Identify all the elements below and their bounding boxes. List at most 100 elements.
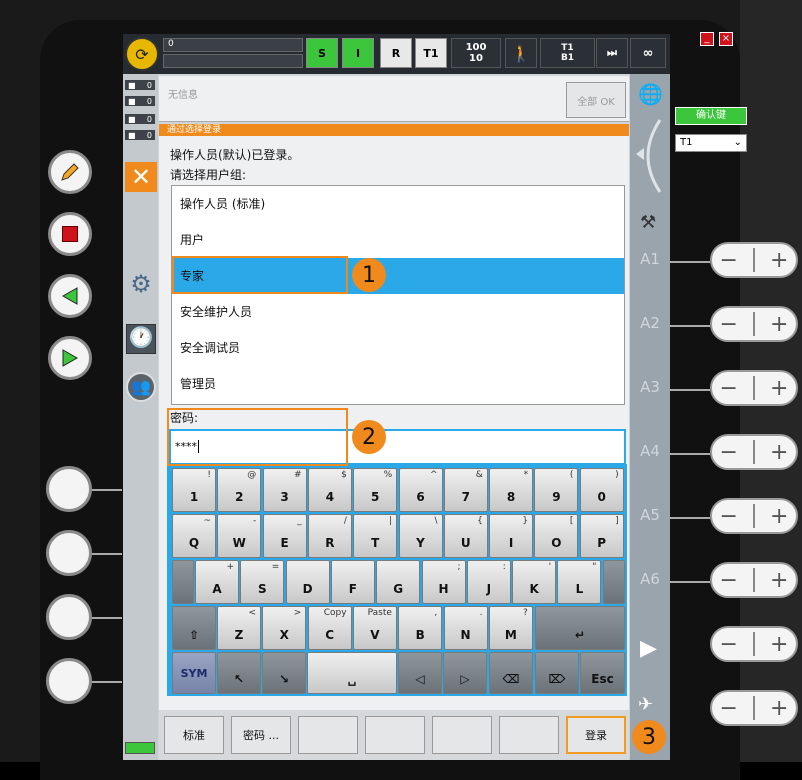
- confirm-key-button[interactable]: 确认键: [675, 107, 747, 125]
- key-l[interactable]: L ": [557, 560, 602, 604]
- softkey-2[interactable]: [46, 530, 92, 576]
- delete-key[interactable]: ⌦: [535, 652, 579, 694]
- key-b[interactable]: B,: [398, 606, 443, 650]
- key-f[interactable]: F: [330, 560, 375, 604]
- password-button[interactable]: 密码 ...: [231, 716, 291, 754]
- start-backward-button[interactable]: [48, 274, 92, 318]
- user-group-item[interactable]: 安全调试员: [172, 330, 624, 366]
- key-s[interactable]: S =: [240, 560, 285, 604]
- user-group-item[interactable]: 操作人员 (标准): [172, 186, 624, 222]
- start-button[interactable]: [48, 336, 92, 380]
- key-q[interactable]: Q ~: [172, 514, 216, 558]
- key-2[interactable]: 2 @: [217, 468, 262, 512]
- key-spacer-right[interactable]: [603, 560, 625, 604]
- mode-select[interactable]: T1 ⌄: [675, 134, 747, 152]
- key-r[interactable]: R /: [307, 514, 352, 558]
- key-i[interactable]: I}: [489, 514, 534, 558]
- key-v[interactable]: V Paste: [352, 606, 397, 650]
- end-key[interactable]: ↘: [262, 652, 306, 694]
- user-group-item[interactable]: 安全维护人员: [172, 294, 624, 330]
- jog-key-7[interactable]: − +: [710, 626, 798, 662]
- key-a[interactable]: A +: [195, 560, 239, 604]
- operating-mode[interactable]: T1: [415, 38, 447, 68]
- key-m[interactable]: M?: [488, 606, 533, 650]
- submit-interpreter-bar[interactable]: 0: [163, 38, 303, 52]
- robot-arm-icon[interactable]: ⚒: [640, 212, 656, 233]
- infinite-jog[interactable]: ∞: [630, 38, 666, 68]
- softkey-1[interactable]: [46, 466, 92, 512]
- close-window-button[interactable]: ×: [719, 32, 733, 46]
- run-mode[interactable]: 🚶: [505, 38, 537, 68]
- key-n[interactable]: N.: [443, 606, 488, 650]
- override-status[interactable]: 100 10: [451, 38, 501, 68]
- stop-button[interactable]: [48, 212, 92, 256]
- empty-softkey[interactable]: [365, 716, 425, 754]
- key-d[interactable]: D: [285, 560, 330, 604]
- key-h[interactable]: H;: [421, 560, 466, 604]
- key-8[interactable]: 8 *: [489, 468, 534, 512]
- pencil-button[interactable]: [48, 150, 92, 194]
- incremental-jog[interactable]: ⏭: [596, 38, 628, 68]
- main-menu-button[interactable]: ⟳: [125, 37, 159, 71]
- key-z[interactable]: Z <: [217, 606, 261, 650]
- key-0[interactable]: 0): [579, 468, 624, 512]
- jog-key-8[interactable]: − +: [710, 690, 798, 726]
- key-4[interactable]: 4 $: [307, 468, 352, 512]
- key-spacer-left[interactable]: [172, 560, 194, 604]
- jog-key-5[interactable]: − +: [710, 498, 798, 534]
- key-1[interactable]: 1!: [172, 468, 216, 512]
- softkey-4[interactable]: [46, 658, 92, 704]
- jog-key-4[interactable]: − +: [710, 434, 798, 470]
- gear-icon[interactable]: ⚙: [126, 270, 156, 300]
- key-o[interactable]: O[: [534, 514, 579, 558]
- robot-interpreter-r[interactable]: R: [380, 38, 412, 68]
- jog-key-1[interactable]: − +: [710, 242, 798, 278]
- backspace-key[interactable]: ⌫: [489, 652, 533, 694]
- key-u[interactable]: U{: [443, 514, 488, 558]
- key-e[interactable]: E _: [262, 514, 307, 558]
- key-k[interactable]: K ': [512, 560, 557, 604]
- left-arrow-key[interactable]: ◁: [398, 652, 442, 694]
- key-7[interactable]: 7 &: [443, 468, 488, 512]
- key-9[interactable]: 9(: [534, 468, 579, 512]
- esc-key[interactable]: Esc: [580, 652, 625, 694]
- submit-status-s[interactable]: S: [306, 38, 338, 68]
- minimize-button[interactable]: _: [700, 32, 714, 46]
- play-icon[interactable]: ▶: [640, 636, 657, 661]
- key-t[interactable]: T |: [353, 514, 398, 558]
- key-5[interactable]: 5%: [353, 468, 398, 512]
- key-j[interactable]: J:: [466, 560, 511, 604]
- softkey-3[interactable]: [46, 594, 92, 640]
- standard-button[interactable]: 标准: [164, 716, 224, 754]
- empty-softkey[interactable]: [298, 716, 358, 754]
- key-c[interactable]: C Copy: [307, 606, 352, 650]
- login-button[interactable]: 登录: [566, 716, 626, 754]
- program-bar[interactable]: [163, 54, 303, 68]
- key-g[interactable]: G: [376, 560, 421, 604]
- drive-status-i[interactable]: I: [342, 38, 374, 68]
- home-key[interactable]: ↖: [217, 652, 261, 694]
- users-icon[interactable]: 👥: [126, 372, 156, 402]
- key-w[interactable]: W-: [217, 514, 262, 558]
- key-6[interactable]: 6 ^: [398, 468, 443, 512]
- empty-softkey[interactable]: [499, 716, 559, 754]
- key-p[interactable]: P]: [579, 514, 624, 558]
- key-y[interactable]: Y \: [398, 514, 443, 558]
- enter-key[interactable]: ↵: [535, 606, 625, 650]
- empty-softkey[interactable]: [432, 716, 492, 754]
- right-arrow-key[interactable]: ▷: [443, 652, 487, 694]
- key-3[interactable]: 3 #: [262, 468, 307, 512]
- jog-mode-icon[interactable]: ✈: [638, 694, 653, 715]
- jog-key-2[interactable]: − +: [710, 306, 798, 342]
- ack-all-button[interactable]: 全部 OK: [566, 82, 626, 118]
- jog-key-3[interactable]: − +: [710, 370, 798, 406]
- clock-icon[interactable]: 🕐: [126, 324, 156, 354]
- space-key[interactable]: ␣: [307, 652, 397, 694]
- close-dialog-button[interactable]: ✕: [125, 162, 157, 192]
- tool-base-status[interactable]: T1 B1: [540, 38, 595, 68]
- jog-key-6[interactable]: − +: [710, 562, 798, 598]
- sym-key[interactable]: SYM: [172, 652, 216, 694]
- user-group-item[interactable]: 管理员: [172, 366, 624, 402]
- globe-icon[interactable]: 🌐: [638, 82, 663, 106]
- user-group-item[interactable]: 用户: [172, 222, 624, 258]
